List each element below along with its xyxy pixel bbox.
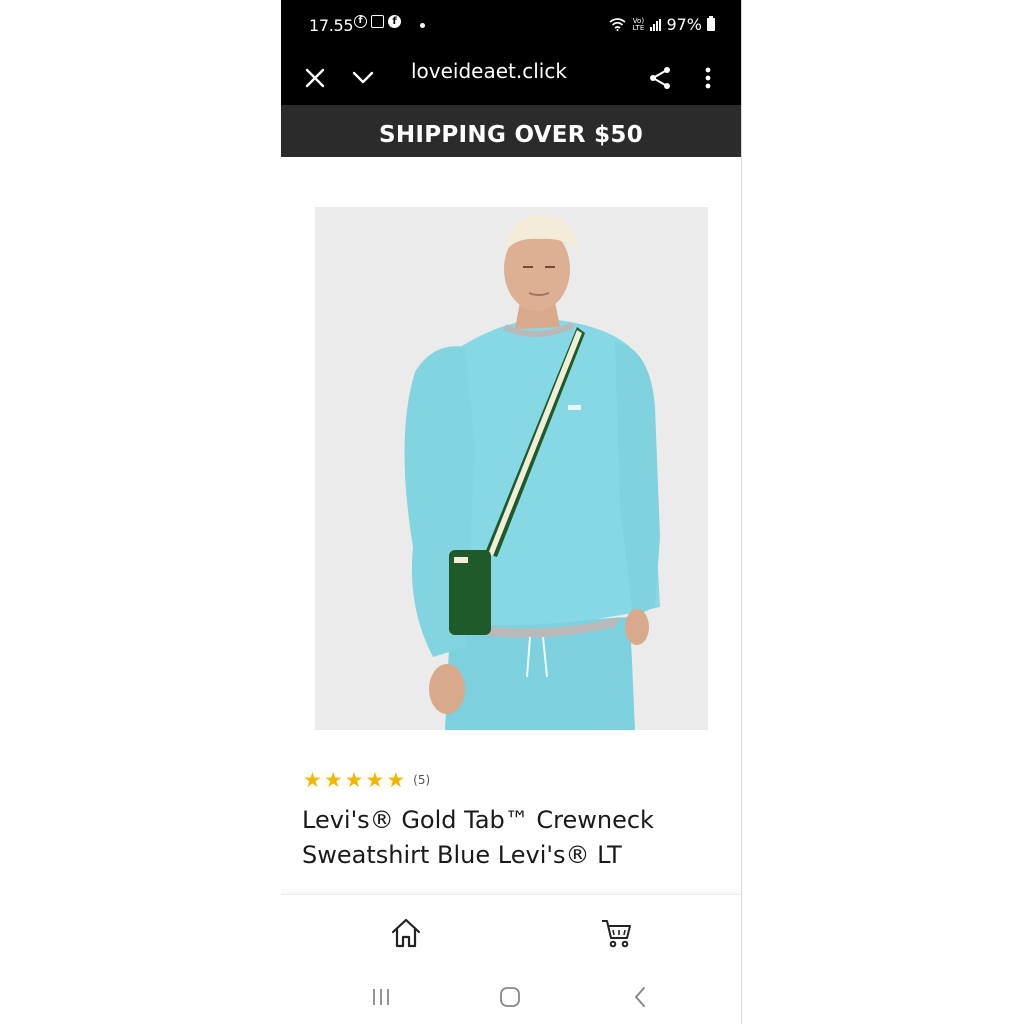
more-notifications-dot-icon: [420, 23, 425, 28]
more-options-button[interactable]: [688, 58, 728, 98]
star-icon: ★: [303, 768, 322, 792]
close-icon: [305, 68, 325, 88]
notification-icons: f f: [354, 15, 401, 28]
star-icon: ★: [365, 768, 385, 792]
facebook-notification-icon: f: [354, 15, 367, 28]
gallery-notification-icon: [371, 15, 384, 28]
more-vert-icon: [705, 67, 711, 89]
shipping-banner: SHIPPING OVER $50: [281, 105, 741, 157]
star-icon: ★: [386, 768, 406, 792]
volte-label: Vo) LTE: [632, 16, 645, 32]
bottom-app-nav: [281, 894, 741, 968]
home-icon: [391, 918, 421, 948]
back-icon: [635, 987, 645, 1007]
phone-screen: 17.55 f f Vo) LTE 97% loveideaet.click S…: [281, 0, 741, 1024]
battery-icon: [707, 16, 715, 31]
status-time: 17.55: [309, 16, 354, 35]
system-home-button[interactable]: [492, 981, 528, 1013]
collapse-button[interactable]: [343, 58, 383, 98]
battery-percent: 97%: [666, 15, 702, 34]
cart-icon: [602, 920, 631, 948]
status-bar: 17.55 f f Vo) LTE 97%: [281, 0, 741, 50]
recents-button[interactable]: [363, 981, 399, 1013]
url-text[interactable]: loveideaet.click: [411, 59, 567, 83]
home-button[interactable]: [386, 913, 426, 953]
close-button[interactable]: [295, 58, 335, 98]
wifi-icon: [609, 18, 626, 31]
product-rating[interactable]: ★ ★ ★ ★ ★ (5): [303, 768, 430, 792]
product-photo: [315, 207, 708, 730]
system-navigation-bar: [281, 967, 741, 1024]
home-circle-icon: [500, 987, 520, 1007]
recents-icon: [373, 989, 389, 1005]
screen-edge-divider: [741, 0, 742, 1024]
status-right-icons: Vo) LTE 97%: [609, 15, 715, 34]
star-icon: ★: [344, 768, 364, 792]
chevron-down-icon: [352, 71, 374, 84]
rating-count: (5): [413, 773, 431, 787]
star-icon: ★: [323, 768, 343, 792]
back-button[interactable]: [622, 981, 658, 1013]
share-icon: [650, 67, 670, 89]
product-title: Levi's® Gold Tab™ Crewneck Sweatshirt Bl…: [302, 806, 654, 869]
browser-toolbar: loveideaet.click: [281, 50, 741, 105]
cart-button[interactable]: [596, 913, 636, 953]
share-button[interactable]: [640, 58, 680, 98]
product-image[interactable]: [315, 207, 708, 730]
signal-icon: [650, 18, 662, 31]
messenger-notification-icon: f: [388, 15, 401, 28]
